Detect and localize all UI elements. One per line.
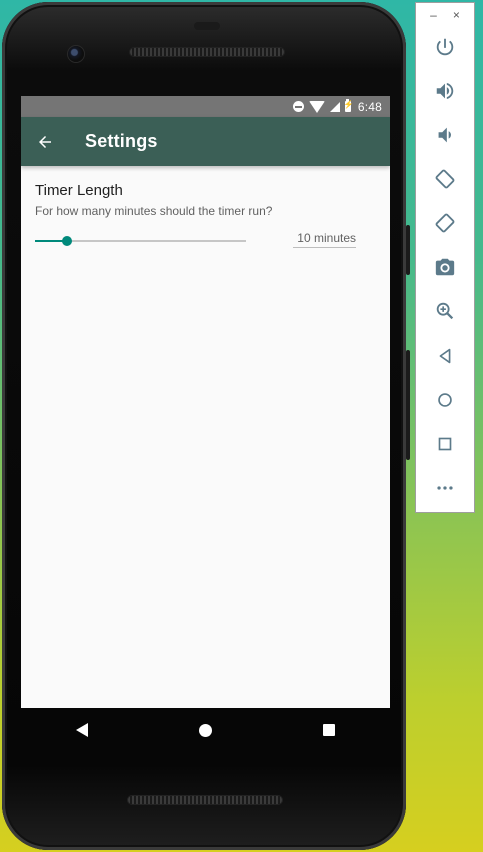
zoom-button[interactable] (416, 293, 474, 329)
preference-summary: For how many minutes should the timer ru… (35, 204, 273, 218)
app-bar: Settings (21, 117, 390, 166)
front-camera (68, 46, 84, 62)
wifi-icon (308, 101, 325, 113)
device-screen: 6:48 Settings Timer Length For how many … (21, 96, 390, 708)
volume-down-button[interactable] (416, 117, 474, 153)
arrow-back-icon (39, 135, 51, 148)
nav-back-icon[interactable] (76, 723, 89, 737)
rotate-right-icon (435, 213, 455, 233)
battery-charging-icon (344, 99, 354, 112)
home-icon (438, 393, 452, 407)
nav-home-icon[interactable] (198, 723, 212, 737)
top-speaker (130, 48, 284, 56)
back-nav-button[interactable] (416, 338, 474, 374)
rotate-right-button[interactable] (416, 205, 474, 241)
power-icon (436, 38, 454, 56)
overview-icon (438, 437, 452, 451)
back-icon (439, 348, 451, 364)
volume-side-button (406, 225, 410, 275)
power-side-button (406, 350, 410, 460)
navigation-bar (21, 708, 390, 752)
close-button[interactable]: × (453, 8, 460, 22)
more-icon (437, 486, 453, 490)
nav-overview-icon[interactable] (322, 724, 335, 736)
volume-up-button[interactable] (416, 73, 474, 109)
do-not-disturb-icon (292, 101, 304, 112)
back-button[interactable] (21, 117, 69, 166)
rotate-left-icon (435, 169, 455, 189)
preference-title: Timer Length (35, 182, 123, 199)
timer-length-preference[interactable]: Timer Length For how many minutes should… (21, 166, 390, 258)
status-time: 6:48 (357, 99, 382, 114)
minimize-button[interactable]: – (430, 8, 437, 22)
volume-up-icon (436, 82, 454, 100)
rotate-left-button[interactable] (416, 161, 474, 197)
volume-down-icon (438, 127, 451, 143)
seekbar-row: 10 minutes (35, 224, 376, 258)
seekbar-thumb[interactable] (62, 236, 72, 246)
camera-icon (435, 258, 455, 276)
overview-nav-button[interactable] (416, 426, 474, 462)
screenshot-button[interactable] (416, 249, 474, 285)
cell-signal-icon (329, 101, 340, 112)
status-bar: 6:48 (21, 96, 390, 117)
proximity-sensor (194, 22, 220, 30)
power-button[interactable] (416, 29, 474, 65)
more-button[interactable] (416, 470, 474, 506)
zoom-icon (436, 302, 454, 320)
seekbar-value-label: 10 minutes (293, 231, 356, 248)
emulator-toolbar: – × (415, 2, 475, 513)
page-title: Settings (85, 131, 158, 151)
bottom-speaker (128, 796, 282, 804)
home-nav-button[interactable] (416, 382, 474, 418)
